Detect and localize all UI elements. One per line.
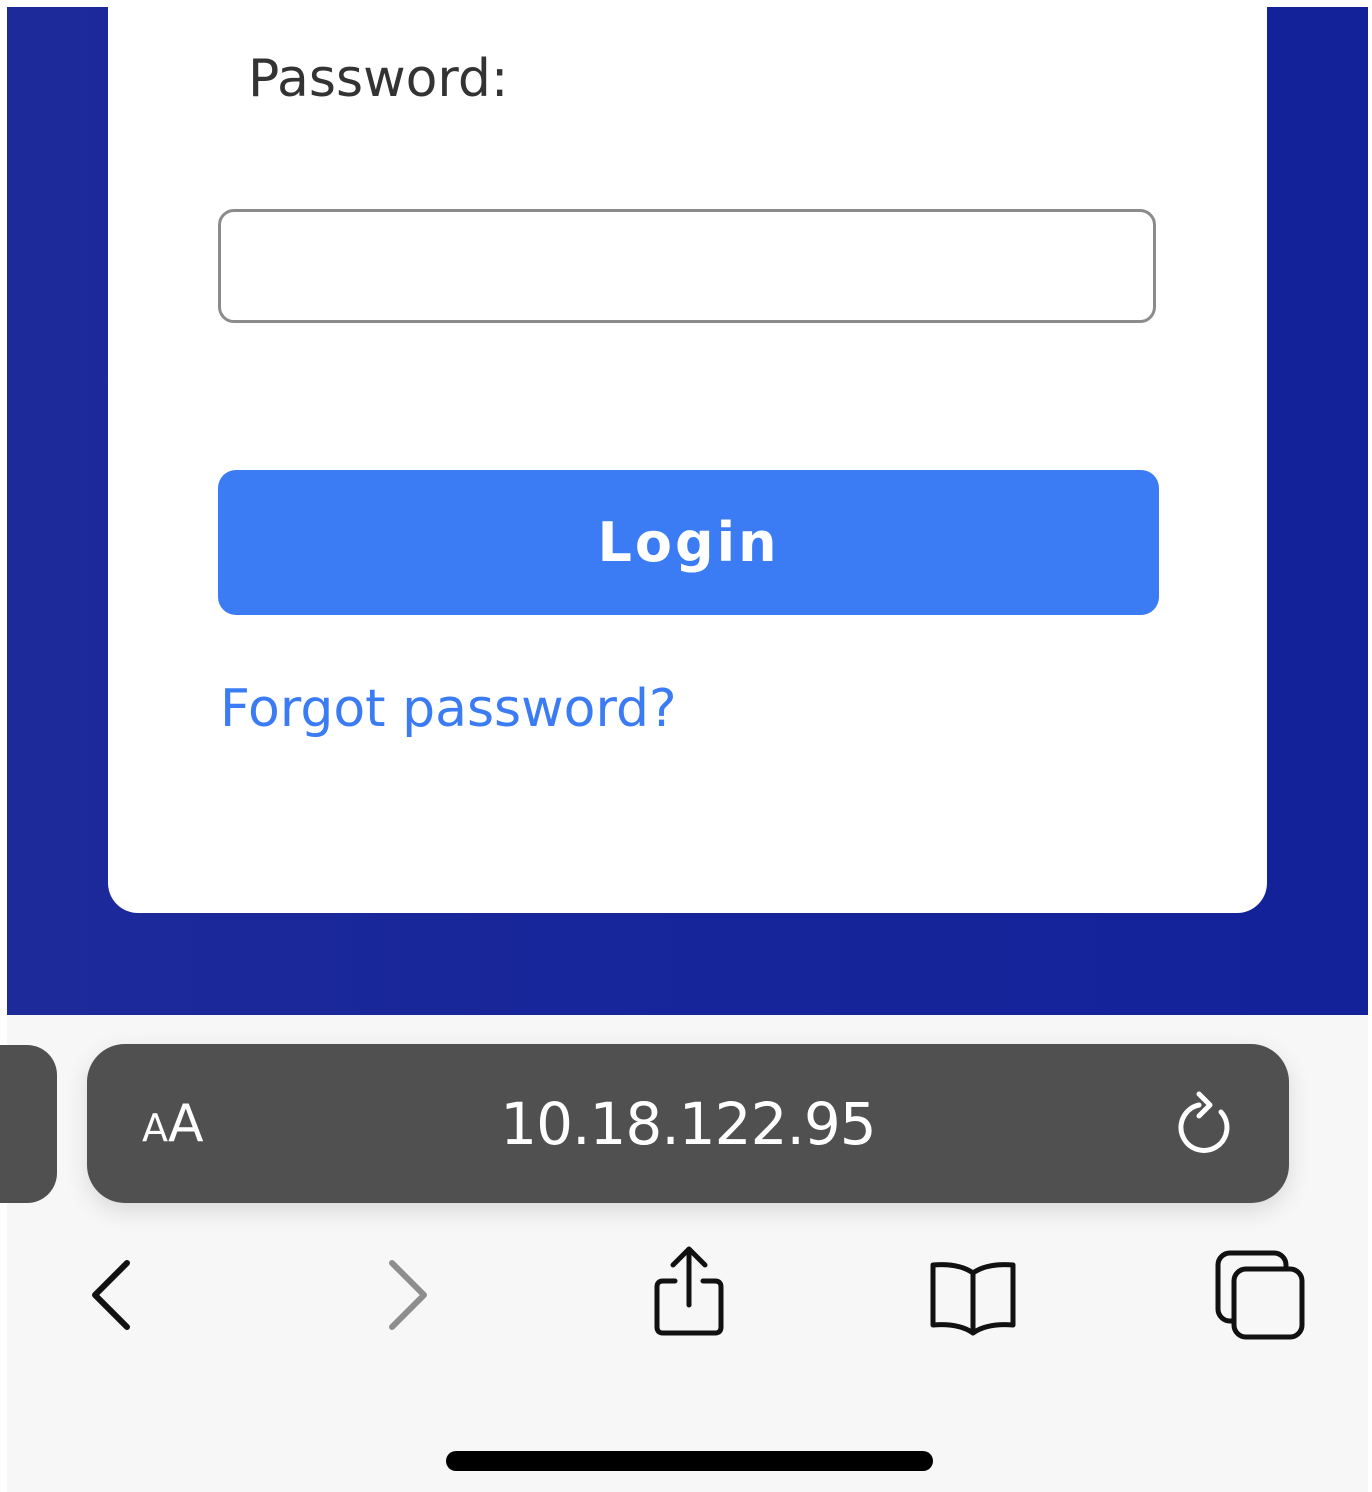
browser-toolbar: AA 10.18.122.95: [0, 1015, 1368, 1492]
screen: Password: Login Forgot password? AA 10.1…: [0, 0, 1372, 1492]
forward-chevron-icon: [389, 1260, 427, 1330]
password-label: Password:: [248, 49, 509, 109]
login-button[interactable]: Login: [218, 470, 1159, 615]
bookmarks-button[interactable]: [923, 1245, 1023, 1345]
share-icon: [654, 1246, 724, 1336]
back-button[interactable]: [63, 1245, 163, 1345]
address-bar[interactable]: AA 10.18.122.95: [87, 1044, 1289, 1203]
bookmarks-icon: [930, 1262, 1016, 1336]
previous-tab-address-bar[interactable]: [0, 1045, 57, 1203]
web-content: Password: Login Forgot password?: [7, 0, 1368, 1015]
reload-button[interactable]: [1172, 1089, 1242, 1159]
tabs-icon: [1215, 1250, 1305, 1340]
forgot-password-link[interactable]: Forgot password?: [220, 679, 677, 739]
password-input[interactable]: [218, 209, 1156, 323]
back-chevron-icon: [92, 1260, 130, 1330]
login-card: Password: Login Forgot password?: [108, 0, 1267, 913]
forward-button[interactable]: [356, 1245, 456, 1345]
home-indicator[interactable]: [446, 1451, 933, 1471]
share-button[interactable]: [637, 1241, 741, 1345]
reload-icon: [1178, 1091, 1230, 1153]
url-text[interactable]: 10.18.122.95: [87, 1092, 1289, 1156]
tabs-button[interactable]: [1210, 1241, 1314, 1345]
